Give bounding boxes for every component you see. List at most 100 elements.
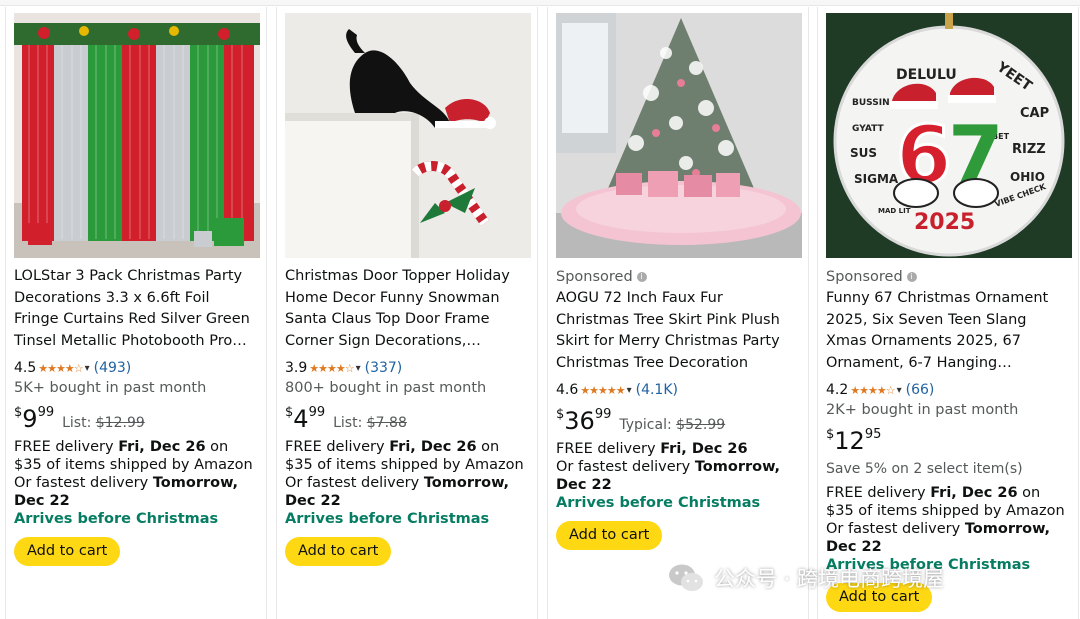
chevron-down-icon[interactable]: ▾	[356, 363, 361, 374]
price-row: $ 36 99 Typical: $52.99	[556, 406, 800, 435]
price[interactable]: $ 36 99	[556, 407, 612, 435]
watermark-overlay: 公众号 · 跨境电商跨境屋	[668, 560, 944, 596]
product-card: LOLStar 3 Pack Christmas Party Decoratio…	[5, 7, 267, 619]
price-whole: 36	[564, 407, 595, 435]
arrives-badge: Arrives before Christmas	[14, 511, 219, 527]
price-fraction: 99	[308, 405, 326, 420]
fastest-prefix: Or fastest delivery	[556, 459, 695, 475]
product-card: DELULU YEET BUSSIN CAP GYATT BET SUS RIZ…	[817, 7, 1079, 619]
coupon-save-text[interactable]: Save 5% on 2 select item(s)	[826, 460, 1070, 478]
arrives-badge: Arrives before Christmas	[556, 495, 761, 511]
price-row: $ 4 99 List: $7.88	[285, 404, 529, 433]
wechat-icon	[669, 564, 703, 591]
rating-row[interactable]: 4.5 ★★★★☆ ▾ (493)	[14, 358, 258, 378]
rating-row[interactable]: 3.9 ★★★★☆ ▾ (337)	[285, 358, 529, 378]
delivery-prefix: FREE delivery	[556, 441, 661, 457]
delivery-date: Fri, Dec 26	[118, 439, 206, 455]
price-row: $ 9 99 List: $12.99	[14, 404, 258, 433]
price[interactable]: $ 9 99	[14, 405, 54, 433]
delivery-info: FREE delivery Fri, Dec 26 on $35 of item…	[826, 484, 1070, 556]
product-title[interactable]: Christmas Door Topper Holiday Home Decor…	[285, 266, 529, 352]
delivery-info: FREE delivery Fri, Dec 26 on $35 of item…	[14, 438, 258, 510]
rating-count-link[interactable]: (66)	[906, 382, 935, 398]
ornament-word: RIZZ	[1012, 142, 1046, 157]
price-symbol: $	[826, 427, 835, 442]
delivery-prefix: FREE delivery	[826, 485, 931, 501]
product-image[interactable]	[285, 13, 531, 258]
price[interactable]: $ 4 99	[285, 405, 326, 433]
star-rating-icon: ★★★★☆	[309, 361, 354, 375]
ornament-word: GYATT	[852, 124, 884, 134]
product-grid: LOLStar 3 Pack Christmas Party Decoratio…	[5, 7, 1079, 619]
arrives-badge: Arrives before Christmas	[285, 511, 490, 527]
rating-value: 4.5	[14, 360, 37, 376]
bought-count: 800+ bought in past month	[285, 380, 487, 396]
list-price-value: $12.99	[95, 415, 145, 431]
price-whole: 12	[834, 427, 865, 455]
ornament-word: SUS	[850, 146, 877, 160]
price-fraction: 99	[594, 407, 612, 422]
price-whole: 9	[22, 405, 38, 433]
star-rating-icon: ★★★★☆	[850, 383, 895, 397]
bought-count: 5K+ bought in past month	[14, 380, 207, 396]
sponsored-label: Sponsored i	[556, 266, 800, 288]
delivery-date: Fri, Dec 26	[930, 485, 1018, 501]
price[interactable]: $ 12 95	[826, 427, 882, 455]
rating-value: 3.9	[285, 360, 308, 376]
delivery-date: Fri, Dec 26	[389, 439, 477, 455]
product-title[interactable]: Funny 67 Christmas Ornament 2025, Six Se…	[826, 288, 1070, 374]
price-fraction: 95	[864, 427, 882, 442]
add-to-cart-button[interactable]: Add to cart	[285, 537, 392, 566]
fastest-prefix: Or fastest delivery	[285, 475, 424, 491]
delivery-info: FREE delivery Fri, Dec 26 Or fastest del…	[556, 440, 800, 494]
product-image[interactable]: DELULU YEET BUSSIN CAP GYATT BET SUS RIZ…	[826, 13, 1072, 258]
bought-count: 2K+ bought in past month	[826, 402, 1019, 418]
star-rating-icon: ★★★★☆	[38, 361, 83, 375]
add-to-cart-button[interactable]: Add to cart	[556, 521, 663, 550]
sponsored-text: Sponsored	[826, 269, 903, 285]
product-image[interactable]	[556, 13, 802, 258]
list-price: List: $12.99	[62, 414, 145, 432]
rating-count-link[interactable]: (493)	[94, 360, 132, 376]
rating-row[interactable]: 4.2 ★★★★☆ ▾ (66)	[826, 380, 1070, 400]
rating-value: 4.2	[826, 382, 849, 398]
ornament-word: CAP	[1020, 106, 1049, 121]
price-symbol: $	[285, 405, 294, 420]
ornament-word: SIGMA	[854, 172, 899, 186]
fastest-prefix: Or fastest delivery	[826, 521, 965, 537]
sponsored-text: Sponsored	[556, 269, 633, 285]
list-price-label: Typical:	[619, 417, 672, 433]
price-symbol: $	[14, 405, 23, 420]
chevron-down-icon[interactable]: ▾	[85, 363, 90, 374]
product-title[interactable]: LOLStar 3 Pack Christmas Party Decoratio…	[14, 266, 258, 352]
product-card: Christmas Door Topper Holiday Home Decor…	[276, 7, 538, 619]
rating-value: 4.6	[556, 382, 579, 398]
list-price: List: $7.88	[333, 414, 407, 432]
rating-row[interactable]: 4.6 ★★★★★ ▾ (4.1K)	[556, 380, 800, 400]
delivery-prefix: FREE delivery	[14, 439, 119, 455]
info-icon[interactable]: i	[906, 272, 917, 282]
ornament-word: OHIO	[1010, 170, 1045, 184]
info-icon[interactable]: i	[636, 272, 647, 282]
list-price-label: List:	[62, 415, 92, 431]
product-image[interactable]	[14, 13, 260, 258]
watermark-text: 公众号 · 跨境电商跨境屋	[714, 567, 945, 591]
delivery-date: Fri, Dec 26	[660, 441, 748, 457]
rating-count-link[interactable]: (337)	[365, 360, 403, 376]
list-price-value: $7.88	[366, 415, 407, 431]
top-divider	[0, 0, 1080, 6]
delivery-prefix: FREE delivery	[285, 439, 390, 455]
product-card: Sponsored i AOGU 72 Inch Faux Fur Christ…	[547, 7, 809, 619]
ornament-word: 2025	[914, 210, 975, 235]
star-rating-icon: ★★★★★	[580, 383, 625, 397]
product-title[interactable]: AOGU 72 Inch Faux Fur Christmas Tree Ski…	[556, 288, 800, 374]
list-price: Typical: $52.99	[619, 416, 725, 434]
list-price-label: List:	[333, 415, 363, 431]
list-price-value: $52.99	[676, 417, 726, 433]
fastest-prefix: Or fastest delivery	[14, 475, 153, 491]
chevron-down-icon[interactable]: ▾	[897, 385, 902, 396]
rating-count-link[interactable]: (4.1K)	[636, 382, 678, 398]
ornament-word: MAD LIT	[878, 207, 911, 215]
add-to-cart-button[interactable]: Add to cart	[14, 537, 121, 566]
chevron-down-icon[interactable]: ▾	[627, 385, 632, 396]
